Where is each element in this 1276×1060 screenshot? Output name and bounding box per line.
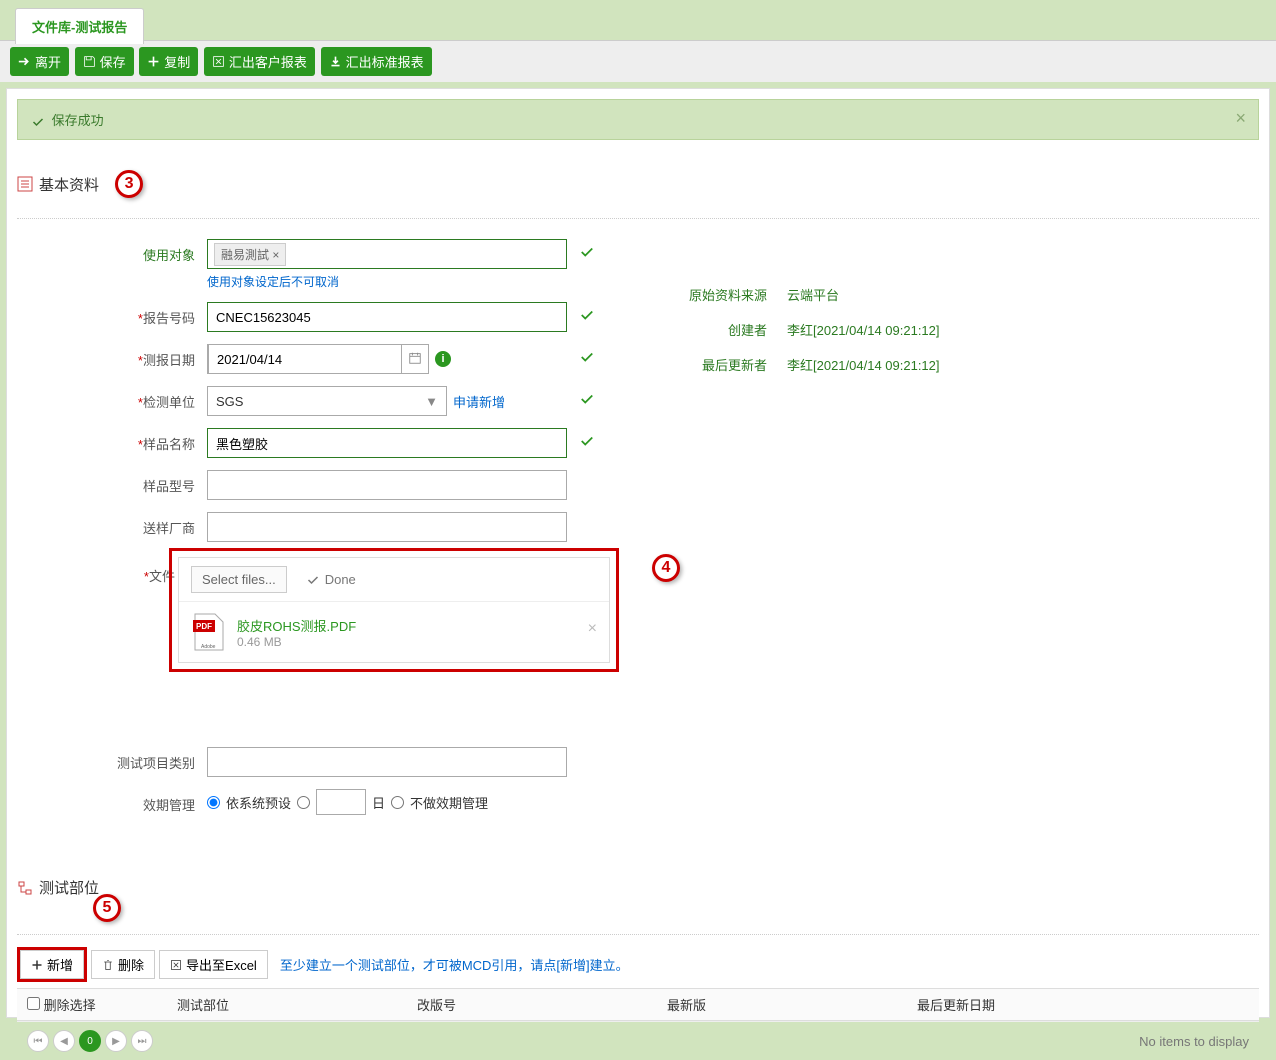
check-icon (580, 392, 594, 406)
delete-button[interactable]: 删除 (91, 950, 155, 979)
export-standard-button[interactable]: 汇出标准报表 (321, 47, 432, 76)
save-icon (83, 55, 96, 68)
expiry-none-radio[interactable] (391, 796, 404, 809)
pager-current: 0 (79, 1030, 101, 1052)
basic-section-title: 基本资料 (39, 174, 99, 195)
annotation-3: 3 (115, 170, 143, 198)
expiry-days-radio[interactable] (297, 796, 310, 809)
file-name[interactable]: 胶皮ROHS测报.PDF (237, 616, 356, 635)
grid-header: 删除选择 测试部位 改版号 最新版 最后更新日期 (17, 989, 1259, 1021)
label-expiry: 效期管理 (17, 789, 207, 814)
source-value: 云端平台 (787, 285, 839, 304)
check-icon (580, 350, 594, 364)
check-icon (32, 116, 44, 128)
export-excel-button[interactable]: 导出至Excel (159, 950, 268, 979)
empty-message: No items to display (1139, 1034, 1249, 1049)
test-section-title: 测试部位 (39, 877, 99, 898)
tab-file-report[interactable]: 文件库-测试报告 (15, 8, 144, 44)
sample-name-input[interactable] (207, 428, 567, 458)
pager-first[interactable]: ⏮ (27, 1030, 49, 1052)
svg-text:PDF: PDF (196, 622, 212, 631)
download-icon (329, 55, 342, 68)
alert-text: 保存成功 (52, 113, 104, 128)
target-hint: 使用对象设定后不可取消 (207, 273, 567, 290)
success-alert: 保存成功 × (17, 99, 1259, 140)
test-cat-input[interactable] (207, 747, 567, 777)
tree-icon (17, 880, 33, 896)
copy-button[interactable]: 复制 (139, 47, 198, 76)
toolbar-hint: 至少建立一个测试部位，才可被MCD引用，请点[新增]建立。 (280, 955, 629, 974)
test-date-input[interactable] (207, 344, 429, 374)
add-button[interactable]: 新增 (20, 950, 84, 979)
creator-value: 李红[2021/04/14 09:21:12] (787, 320, 940, 339)
uploaded-file-item: PDF Adobe 胶皮ROHS测报.PDF 0.46 MB × (179, 601, 609, 662)
excel-icon (170, 959, 182, 971)
arrow-right-icon (18, 55, 31, 68)
pager-last[interactable]: ⏭ (131, 1030, 153, 1052)
leave-button[interactable]: 离开 (10, 47, 69, 76)
expiry-sys-radio[interactable] (207, 796, 220, 809)
label-report-no: *报告号码 (17, 302, 207, 327)
select-files-button[interactable]: Select files... (191, 566, 287, 593)
remove-file-button[interactable]: × (588, 620, 597, 638)
sample-model-input[interactable] (207, 470, 567, 500)
label-sample-model: 样品型号 (17, 470, 207, 495)
source-label: 原始资料来源 (637, 285, 787, 304)
trash-icon (102, 959, 114, 971)
info-icon[interactable]: i (435, 351, 451, 367)
export-customer-button[interactable]: 汇出客户报表 (204, 47, 315, 76)
list-icon (17, 176, 33, 192)
updater-label: 最后更新者 (637, 355, 787, 374)
save-button[interactable]: 保存 (75, 47, 134, 76)
creator-label: 创建者 (637, 320, 787, 339)
select-all-checkbox[interactable] (27, 997, 40, 1010)
alert-close-button[interactable]: × (1235, 108, 1246, 129)
pager-prev[interactable]: ◀ (53, 1030, 75, 1052)
updater-value: 李红[2021/04/14 09:21:12] (787, 355, 940, 374)
plus-icon (147, 55, 160, 68)
upload-done: Done (307, 572, 356, 587)
label-vendor: 送样厂商 (17, 512, 207, 537)
excel-icon (212, 55, 225, 68)
vendor-input[interactable] (207, 512, 567, 542)
label-file: *文件 (17, 554, 187, 585)
file-size: 0.46 MB (237, 635, 356, 649)
target-input[interactable]: 融易測試 × (207, 239, 567, 269)
main-toolbar: 离开 保存 复制 汇出客户报表 汇出标准报表 (0, 40, 1276, 82)
apply-new-link[interactable]: 申请新增 (453, 392, 505, 411)
annotation-4: 4 (652, 554, 680, 582)
check-icon (580, 245, 594, 259)
report-no-input[interactable] (207, 302, 567, 332)
svg-text:Adobe: Adobe (201, 644, 216, 650)
expiry-days-input[interactable] (316, 789, 366, 815)
pdf-icon: PDF Adobe (191, 612, 227, 652)
plus-icon (31, 959, 43, 971)
check-icon (580, 308, 594, 322)
label-sample-name: *样品名称 (17, 428, 207, 453)
pager-next[interactable]: ▶ (105, 1030, 127, 1052)
label-test-date: *测报日期 (17, 344, 207, 369)
check-icon (580, 434, 594, 448)
calendar-icon[interactable] (402, 351, 428, 368)
unit-select[interactable]: SGS▼ (207, 386, 447, 416)
label-test-cat: 测试项目类别 (17, 747, 207, 772)
label-unit: *检测单位 (17, 386, 207, 411)
annotation-5: 5 (93, 894, 121, 922)
label-target: 使用对象 (17, 239, 207, 264)
